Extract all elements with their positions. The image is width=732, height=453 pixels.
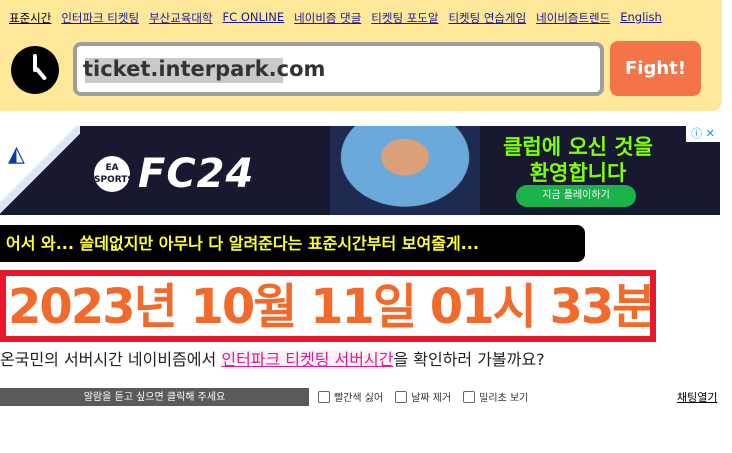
ad-headline-line1: 클럽에 오신 것을 <box>503 135 653 159</box>
adchoices-icon[interactable]: ⓘ ✕ <box>686 126 720 142</box>
nav-link-standard-time[interactable]: 표준시간 <box>9 10 51 26</box>
nav-link-english[interactable]: English <box>620 10 662 26</box>
ad-title: FC24 <box>138 151 255 197</box>
top-bar: 표준시간 인터파크 티켓팅 부산교육대학 FC ONLINE 네이비즘 댓글 티… <box>0 0 722 111</box>
open-chat-link[interactable]: 채팅열기 <box>677 389 717 405</box>
option-show-ms[interactable]: 밀리초 보기 <box>463 389 528 404</box>
ad-stripe <box>0 126 80 215</box>
option-show-ms-label: 밀리초 보기 <box>479 393 529 404</box>
nav-link-fc-online[interactable]: FC ONLINE <box>223 10 285 26</box>
advertisement-banner[interactable]: ◭ EA SPORTS FC24 클럽에 오신 것을 환영합니다 지금 플레이하… <box>0 126 720 215</box>
option-hide-date[interactable]: 날짜 제거 <box>395 389 451 404</box>
checkbox-no-red[interactable] <box>318 390 330 403</box>
nav-link-interpark[interactable]: 인터파크 티켓팅 <box>61 10 139 26</box>
ea-sports-logo: EA SPORTS <box>94 156 134 192</box>
nav-link-practice-game[interactable]: 티켓팅 연습게임 <box>448 10 526 26</box>
checkbox-show-ms[interactable] <box>463 390 476 403</box>
nav-link-busan-edu[interactable]: 부산교육대학 <box>149 10 212 26</box>
nav-link-podoal[interactable]: 티켓팅 포도알 <box>371 10 438 26</box>
clock-icon <box>11 46 59 94</box>
server-time-box: 2023년 10월 11일 01시 33분 33초 <box>0 270 656 342</box>
server-time-prompt: 온국민의 서버시간 네이비즘에서 인터파크 티켓팅 서버시간을 확인하러 가볼까… <box>0 346 545 370</box>
ad-player-image <box>330 126 480 215</box>
url-input[interactable] <box>83 54 588 84</box>
nav-link-trend[interactable]: 네이비즘트렌드 <box>536 10 610 26</box>
prompt-suffix: 을 확인하러 가볼까요? <box>393 350 545 369</box>
server-time: 2023년 10월 11일 01시 33분 33초 <box>8 279 655 335</box>
ad-headline: 클럽에 오신 것을 환영합니다 <box>478 134 678 186</box>
nav-link-comments[interactable]: 네이비즘 댓글 <box>294 10 361 26</box>
sound-alarm-button[interactable]: 알람을 듣고 싶으면 클릭해 주세요 <box>0 388 309 406</box>
prompt-prefix: 온국민의 서버시간 네이비즘에서 <box>0 350 222 369</box>
fight-button[interactable]: Fight! <box>610 41 701 96</box>
option-no-red[interactable]: 빨간색 싫어 <box>318 389 383 404</box>
display-options: 빨간색 싫어 날짜 제거 밀리초 보기 <box>318 389 528 404</box>
option-no-red-label: 빨간색 싫어 <box>334 393 384 404</box>
nav-links: 표준시간 인터파크 티켓팅 부산교육대학 FC ONLINE 네이비즘 댓글 티… <box>9 10 662 26</box>
checkbox-hide-date[interactable] <box>395 390 408 403</box>
interpark-server-time-link[interactable]: 인터파크 티켓팅 서버시간 <box>221 350 394 369</box>
url-field[interactable] <box>73 42 604 96</box>
ad-headline-line2: 환영합니다 <box>529 161 627 185</box>
option-hide-date-label: 날짜 제거 <box>411 393 452 404</box>
playstation-icon: ◭ <box>8 142 25 167</box>
intro-banner: 어서 와... 쓸데없지만 아무나 다 알려준다는 표준시간부터 보여줄게... <box>0 225 585 262</box>
ad-cta-button[interactable]: 지금 플레이하기 <box>516 185 636 207</box>
